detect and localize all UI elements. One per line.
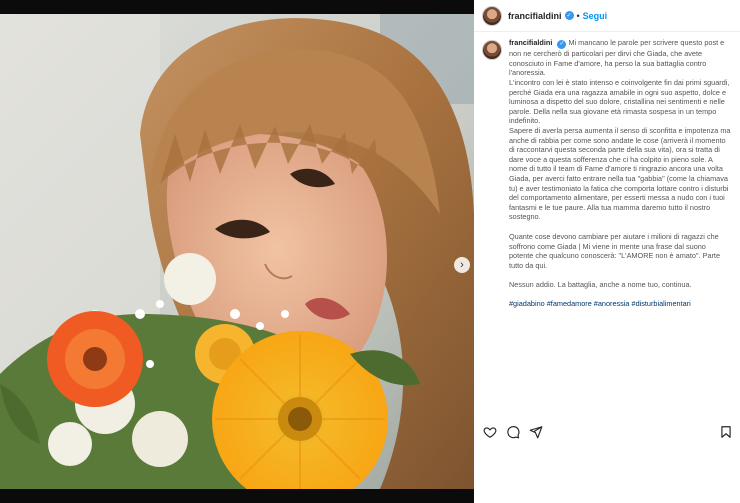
caption-paragraph-4: Quante cose devono cambiare per aiutare … xyxy=(509,231,721,270)
like-button[interactable] xyxy=(482,424,498,440)
separator-dot: • xyxy=(576,10,580,21)
caption-text: francifialdini ✓ Mi mancano le parole pe… xyxy=(509,38,731,309)
caption-paragraph-2: L'incontro con lei è stato intenso e coi… xyxy=(509,78,730,126)
post-side-panel: francifialdini ✓ • Segui francifialdini … xyxy=(474,0,740,503)
next-photo-button[interactable]: › xyxy=(454,257,470,273)
caption-username[interactable]: francifialdini xyxy=(509,38,552,47)
share-button[interactable] xyxy=(528,424,544,440)
caption-hashtags[interactable]: #giadabino #famedamore #anoressia #distu… xyxy=(509,299,731,309)
chevron-right-icon: › xyxy=(460,258,464,271)
share-icon xyxy=(529,426,543,439)
comment-icon xyxy=(507,426,520,439)
caption-paragraph-3: Sapere di averla persa aumenta il senso … xyxy=(509,126,731,222)
avatar[interactable] xyxy=(482,5,502,26)
photo-illustration xyxy=(0,14,474,489)
header-username[interactable]: francifialdini xyxy=(508,11,562,21)
post-header: francifialdini ✓ • Segui xyxy=(474,0,740,32)
caption-avatar[interactable] xyxy=(482,40,502,60)
heart-icon xyxy=(483,427,497,438)
comment-button[interactable] xyxy=(505,424,521,440)
bottom-bar xyxy=(0,489,474,503)
follow-button[interactable]: Segui xyxy=(583,11,608,21)
verified-icon: ✓ xyxy=(557,40,567,50)
caption-paragraph-5: Nessun addio. La battaglia, anche a nome… xyxy=(509,280,692,290)
save-button[interactable] xyxy=(718,424,734,440)
post-actions xyxy=(482,423,734,441)
caption-block: francifialdini ✓ Mi mancano le parole pe… xyxy=(482,38,734,309)
verified-icon: ✓ xyxy=(564,11,574,20)
post-photo[interactable]: › xyxy=(0,14,474,489)
bookmark-icon xyxy=(721,426,731,438)
